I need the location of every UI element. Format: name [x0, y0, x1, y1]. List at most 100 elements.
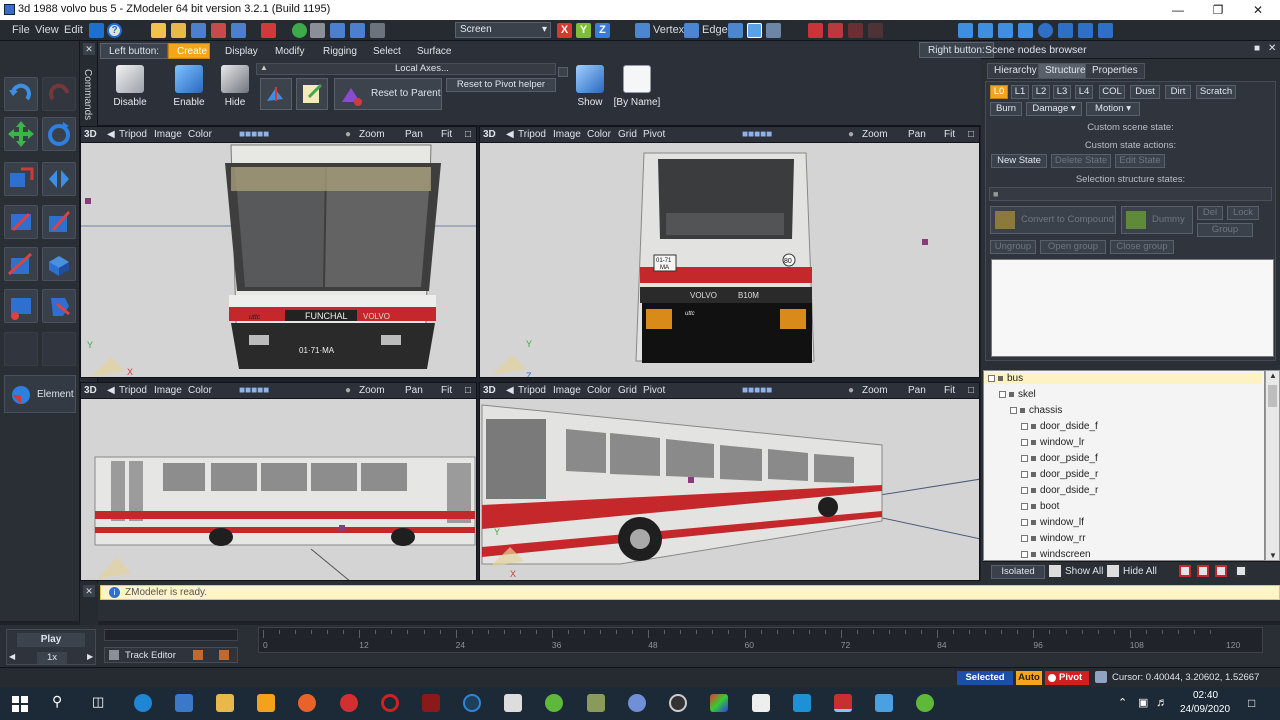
move-command[interactable]	[4, 117, 38, 151]
menu-edit[interactable]: Edit	[64, 24, 83, 36]
viewport-pivot[interactable]: Pivot	[643, 385, 665, 396]
snap-vertex-icon[interactable]	[868, 23, 883, 38]
tab-select[interactable]: Select	[364, 43, 410, 59]
store-icon[interactable]	[175, 694, 193, 712]
viewport-image[interactable]: Image	[553, 129, 581, 140]
opera-icon[interactable]	[381, 694, 399, 712]
vertex-icon[interactable]	[635, 23, 650, 38]
state-col[interactable]: COL	[1099, 85, 1125, 99]
tree-node[interactable]: window_lf	[1021, 517, 1084, 528]
filter-icon-2[interactable]	[1197, 565, 1209, 577]
viewport-fit[interactable]: Fit	[944, 129, 955, 140]
viewport-tripod[interactable]: Tripod	[518, 129, 546, 140]
redo-command[interactable]	[42, 77, 76, 111]
pin-icon[interactable]: ■	[1254, 43, 1260, 54]
hide-all-button[interactable]: Hide All	[1123, 566, 1157, 577]
undo-command[interactable]	[4, 77, 38, 111]
expand-icon[interactable]	[1021, 486, 1028, 494]
viewport-mode[interactable]: 3D	[483, 385, 496, 396]
network-icon[interactable]: ▣	[1138, 696, 1148, 709]
help-icon[interactable]	[89, 23, 104, 38]
new-file-icon[interactable]	[151, 23, 166, 38]
viewport-tools-icon[interactable]: ■■■■■	[742, 129, 772, 140]
next-frame-icon[interactable]: ▶	[87, 652, 93, 661]
view-icon-7[interactable]	[1098, 23, 1113, 38]
view-icon-5[interactable]	[1058, 23, 1073, 38]
app-icon-11[interactable]	[793, 694, 811, 712]
view-icon-4[interactable]	[1018, 23, 1033, 38]
sphere-icon[interactable]	[1038, 23, 1053, 38]
app-icon-9[interactable]	[710, 694, 728, 712]
zmodeler-icon[interactable]	[834, 694, 852, 712]
state-scratch[interactable]: Scratch	[1196, 85, 1236, 99]
viewport-zoom[interactable]: Zoom	[862, 385, 888, 396]
enable-button[interactable]: Enable	[167, 63, 211, 123]
photos-icon[interactable]	[875, 694, 893, 712]
tool-command-5[interactable]	[4, 289, 38, 323]
disable-button[interactable]: Disable	[108, 63, 152, 123]
tree-node[interactable]: windscreen	[1021, 549, 1091, 560]
viewport-maximize-icon[interactable]: □	[968, 129, 974, 140]
viewport-zoom[interactable]: Zoom	[359, 129, 385, 140]
zoom-icon[interactable]: ●	[345, 385, 351, 396]
state-l3[interactable]: L3	[1053, 85, 1071, 99]
tree-node[interactable]: skel	[999, 389, 1036, 400]
tree-node[interactable]: boot	[1021, 501, 1059, 512]
close-file-icon[interactable]	[211, 23, 226, 38]
expand-icon[interactable]	[1021, 454, 1028, 462]
collapse-icon[interactable]: ▲	[260, 63, 268, 72]
mirror-command[interactable]	[42, 162, 76, 196]
viewport-grid[interactable]: Grid	[618, 129, 637, 140]
timeline-track[interactable]: 0 12 24 36 48 60 72 84 96 108 120	[258, 627, 1263, 653]
expand-icon[interactable]	[1021, 518, 1028, 526]
key-icon[interactable]	[193, 650, 203, 660]
viewport-image[interactable]: Image	[553, 385, 581, 396]
viewport-tripod[interactable]: Tripod	[518, 385, 546, 396]
state-list[interactable]	[991, 259, 1274, 357]
tab-hierarchy[interactable]: Hierarchy	[987, 63, 1044, 79]
viewport-pan[interactable]: Pan	[405, 385, 423, 396]
isolated-button[interactable]: Isolated	[991, 565, 1045, 579]
state-damage[interactable]: Damage ▾	[1026, 102, 1082, 116]
viewport-color[interactable]: Color	[188, 385, 212, 396]
tool-command-7[interactable]	[4, 332, 38, 366]
app-icon-6[interactable]	[587, 694, 605, 712]
viewport-image[interactable]: Image	[154, 385, 182, 396]
firefox-icon[interactable]	[298, 694, 316, 712]
scene-tree[interactable]: bus skel chassis door_dside_f window_lr door_…	[983, 370, 1265, 561]
dummy-button[interactable]: Dummy	[1121, 206, 1193, 234]
expand-icon[interactable]	[1021, 470, 1028, 478]
expand-icon[interactable]	[1021, 502, 1028, 510]
viewport-canvas[interactable]: VOLVO B10M 01-71 MA 80 uttc Y Z	[480, 143, 979, 377]
show-all-button[interactable]: Show All	[1065, 566, 1103, 577]
redo-icon[interactable]	[350, 23, 365, 38]
viewport-color[interactable]: Color	[587, 129, 611, 140]
state-l0[interactable]: L0	[990, 85, 1008, 99]
scroll-thumb[interactable]	[1268, 385, 1277, 407]
tool-command-1[interactable]	[4, 205, 38, 239]
track-editor-button[interactable]: Track Editor	[104, 647, 238, 663]
hide-button[interactable]: Hide	[212, 63, 258, 123]
face-icon[interactable]	[728, 23, 743, 38]
tree-node[interactable]: door_dside_f	[1021, 421, 1098, 432]
import-icon[interactable]	[231, 23, 246, 38]
snap-icon[interactable]	[828, 23, 843, 38]
tree-node[interactable]: window_lr	[1021, 437, 1084, 448]
history-icon[interactable]	[370, 23, 385, 38]
filter-icon-3[interactable]	[1215, 565, 1227, 577]
viewport-pivot[interactable]: Pivot	[643, 129, 665, 140]
viewport-color[interactable]: Color	[188, 129, 212, 140]
volume-icon[interactable]: ♬	[1156, 695, 1168, 709]
viewport-mode[interactable]: 3D	[483, 129, 496, 140]
state-burn[interactable]: Burn	[990, 102, 1022, 116]
viewport-canvas[interactable]: Y X	[480, 399, 979, 580]
view-icon-3[interactable]	[998, 23, 1013, 38]
group-button[interactable]: Group	[1197, 223, 1253, 237]
viewport-maximize-icon[interactable]: □	[465, 385, 471, 396]
tab-properties[interactable]: Properties	[1085, 63, 1145, 79]
app-icon-2[interactable]	[422, 694, 440, 712]
expand-icon[interactable]	[1021, 438, 1028, 446]
maximize-button[interactable]: ❐	[1198, 2, 1238, 18]
rotate-command[interactable]	[42, 117, 76, 151]
viewport-image[interactable]: Image	[154, 129, 182, 140]
